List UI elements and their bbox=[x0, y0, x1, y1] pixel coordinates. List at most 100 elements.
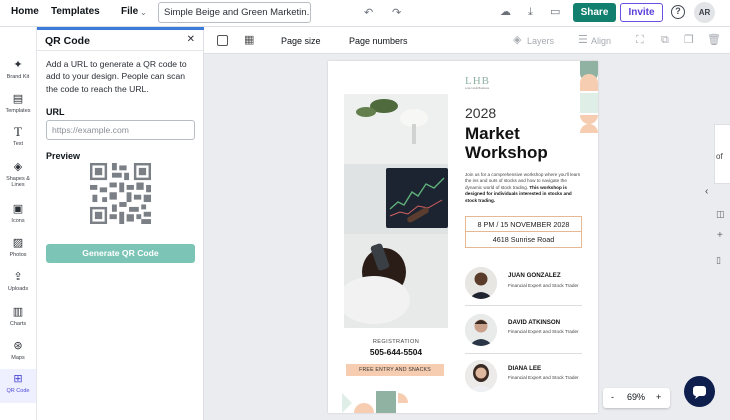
divider bbox=[465, 305, 582, 306]
rail-label: Shapes & Lines bbox=[6, 176, 30, 188]
free-entry-banner[interactable]: FREE ENTRY AND SNACKS bbox=[346, 364, 444, 376]
speaker-role[interactable]: Financial Expert and Stock Trader bbox=[508, 328, 588, 335]
templates-link[interactable]: Templates bbox=[51, 6, 100, 17]
crop-icon[interactable]: ⛶ bbox=[636, 34, 644, 46]
rail-item-icons[interactable]: ▣ Icons bbox=[0, 199, 36, 233]
invite-button[interactable]: Invite bbox=[620, 3, 663, 22]
registration-label[interactable]: REGISTRATION bbox=[344, 339, 448, 345]
rail-label: Brand Kit bbox=[6, 74, 30, 80]
chart-icon: ▥ bbox=[12, 306, 24, 318]
page-counter-text: of bbox=[716, 152, 723, 161]
page-size-button[interactable]: Page size bbox=[281, 36, 321, 46]
panel-title: QR Code bbox=[45, 35, 90, 47]
qr-code-preview bbox=[90, 163, 151, 224]
background-color-icon[interactable] bbox=[217, 35, 228, 46]
layers-icon[interactable]: ◈ bbox=[513, 34, 521, 46]
align-button[interactable]: Align bbox=[591, 36, 611, 46]
event-title-line2[interactable]: Workshop bbox=[465, 143, 548, 162]
divider bbox=[465, 353, 582, 354]
undo-icon[interactable]: ↶ bbox=[364, 7, 373, 19]
rail-item-maps[interactable]: ⊛ Maps bbox=[0, 336, 36, 370]
pattern-icon[interactable]: ▦ bbox=[244, 34, 254, 46]
event-address-box[interactable]: 4618 Sunrise Road bbox=[465, 232, 582, 248]
speaker-name[interactable]: DIANA LEE bbox=[508, 365, 541, 372]
rail-label: Templates bbox=[5, 108, 31, 114]
rail-item-shapes[interactable]: ◈ Shapes & Lines bbox=[0, 157, 36, 191]
qr-code-icon: ⊞ bbox=[13, 373, 23, 385]
rail-item-qr-code[interactable]: ⊞ QR Code bbox=[0, 369, 36, 403]
plus-icon[interactable]: + bbox=[717, 230, 723, 242]
speaker-name[interactable]: JUAN GONZALEZ bbox=[508, 272, 561, 279]
event-year[interactable]: 2028 bbox=[465, 105, 496, 121]
speaker-photo[interactable] bbox=[465, 360, 497, 392]
photo-illustration bbox=[344, 94, 448, 328]
rail-item-photos[interactable]: ▨ Photos bbox=[0, 233, 36, 267]
logo-text[interactable]: LHB bbox=[465, 75, 490, 87]
page-numbers-button[interactable]: Page numbers bbox=[349, 36, 408, 46]
zoom-out-button[interactable]: - bbox=[611, 392, 614, 402]
speaker-photo[interactable] bbox=[465, 267, 497, 299]
rail-item-charts[interactable]: ▥ Charts bbox=[0, 302, 36, 336]
speaker-role[interactable]: Financial Expert and Stock Trader bbox=[508, 282, 588, 289]
decorative-shapes-top bbox=[580, 61, 598, 133]
url-input[interactable] bbox=[46, 120, 195, 140]
redo-icon[interactable]: ↷ bbox=[392, 7, 401, 19]
help-icon[interactable]: ? bbox=[671, 5, 685, 19]
chevron-left-icon[interactable]: ‹ bbox=[705, 186, 708, 198]
rail-item-uploads[interactable]: ⇪ Uploads bbox=[0, 267, 36, 301]
url-label: URL bbox=[46, 107, 65, 117]
document-title-input[interactable]: Simple Beige and Green Marketin... bbox=[158, 2, 311, 23]
speaker-portrait bbox=[465, 360, 497, 392]
zoom-control: - 69% + bbox=[603, 388, 670, 408]
rail-label: Photos bbox=[9, 252, 27, 258]
speaker-name[interactable]: DAVID ATKINSON bbox=[508, 319, 560, 326]
rail-label: Maps bbox=[11, 355, 25, 361]
rail-item-text[interactable]: T Text bbox=[0, 122, 36, 156]
event-title-line1[interactable]: Market bbox=[465, 124, 520, 143]
magic-wand-icon: ✦ bbox=[13, 59, 23, 71]
align-icon[interactable]: ☰ bbox=[578, 34, 588, 46]
speaker-photo[interactable] bbox=[465, 314, 497, 346]
design-canvas-page[interactable]: REGISTRATION 505-644-5504 FREE ENTRY AND… bbox=[328, 61, 598, 413]
briefcase-icon: ▣ bbox=[12, 203, 24, 215]
layers-button[interactable]: Layers bbox=[527, 36, 554, 46]
home-link[interactable]: Home bbox=[11, 6, 39, 17]
close-icon[interactable]: ✕ bbox=[187, 34, 195, 45]
workshop-photo[interactable] bbox=[344, 94, 448, 328]
file-menu[interactable]: File bbox=[121, 6, 138, 17]
rail-label: Text bbox=[12, 141, 24, 147]
chat-button[interactable] bbox=[684, 376, 715, 407]
qr-code-panel: QR Code ✕ Add a URL to generate a QR cod… bbox=[37, 27, 204, 420]
trash-icon[interactable]: ▯ bbox=[716, 254, 721, 266]
avatar[interactable]: AR bbox=[694, 2, 715, 23]
rail-label: QR Code bbox=[6, 388, 30, 394]
speaker-role[interactable]: Financial Expert and Stock Trader bbox=[508, 374, 588, 381]
logo-subtitle[interactable]: Lorem Hub Business bbox=[465, 87, 489, 90]
rail-label: Uploads bbox=[7, 286, 29, 292]
speaker-portrait bbox=[465, 314, 497, 346]
map-icon: ⊛ bbox=[13, 340, 23, 352]
share-button[interactable]: Share bbox=[573, 3, 616, 22]
cloud-sync-icon[interactable]: ☁ bbox=[500, 6, 511, 18]
duplicate-icon[interactable]: ❐ bbox=[684, 34, 694, 46]
image-icon: ▨ bbox=[12, 237, 24, 249]
download-icon[interactable]: ⤓ bbox=[528, 6, 533, 18]
zoom-in-button[interactable]: + bbox=[656, 392, 661, 402]
generate-qr-code-button[interactable]: Generate QR Code bbox=[46, 244, 195, 263]
top-bar: Home Templates File ⌄ Simple Beige and G… bbox=[0, 0, 730, 27]
right-side-controls: of ‹ ◫ + ▯ bbox=[705, 120, 730, 280]
trash-icon[interactable]: 🗑 bbox=[707, 34, 721, 46]
rail-label: Charts bbox=[9, 321, 27, 327]
device-icon[interactable]: ▭ bbox=[550, 6, 560, 18]
comment-icon[interactable]: ◫ bbox=[716, 208, 725, 220]
rail-item-brand-kit[interactable]: ✦ Brand Kit bbox=[0, 55, 36, 89]
upload-icon: ⇪ bbox=[13, 271, 23, 283]
group-icon[interactable]: ⧉ bbox=[661, 34, 669, 46]
event-date-box[interactable]: 8 PM / 15 NOVEMBER 2028 bbox=[465, 216, 582, 232]
left-rail: ✦ Brand Kit ▤ Templates T Text ◈ Shapes … bbox=[0, 27, 37, 420]
zoom-level[interactable]: 69% bbox=[627, 392, 645, 402]
registration-phone[interactable]: 505-644-5504 bbox=[344, 347, 448, 357]
chevron-down-icon[interactable]: ⌄ bbox=[140, 7, 147, 19]
event-description[interactable]: Join us for a comprehensive workshop whe… bbox=[465, 172, 582, 204]
rail-item-templates[interactable]: ▤ Templates bbox=[0, 89, 36, 123]
